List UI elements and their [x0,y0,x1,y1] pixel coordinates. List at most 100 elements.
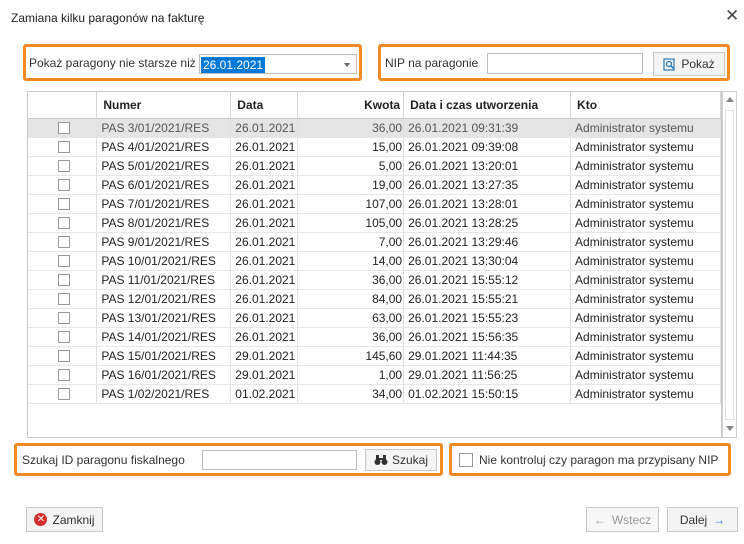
table-row[interactable]: PAS 16/01/2021/RES 29.01.2021 1,00 29.01.20… [28,365,721,385]
cell-who: Administrator systemu [570,156,721,176]
cell-created: 26.01.2021 15:55:12 [403,270,572,290]
cell-number: PAS 3/01/2021/RES [96,118,232,138]
row-checkbox[interactable] [58,388,71,400]
row-checkbox-cell [28,346,98,366]
cell-created: 26.01.2021 13:28:01 [403,194,572,214]
table-row[interactable]: PAS 4/01/2021/RES 26.01.2021 15,00 26.01.20… [28,137,721,157]
cell-created: 26.01.2021 15:55:23 [403,308,572,328]
date-filter-label: Pokaż paragony nie starsze niż [29,56,196,70]
row-checkbox[interactable] [58,274,71,286]
row-checkbox[interactable] [58,198,71,210]
table-row[interactable]: PAS 7/01/2021/RES 26.01.2021 107,00 26.01.2… [28,194,721,214]
row-checkbox-cell [28,175,98,195]
table-scrollbar[interactable] [722,91,737,438]
cell-created: 26.01.2021 09:31:39 [403,118,572,138]
row-checkbox[interactable] [58,236,71,248]
nip-input[interactable] [487,53,643,74]
table-row[interactable]: PAS 3/01/2021/RES 26.01.2021 36,00 26.01.20… [28,118,721,138]
row-checkbox[interactable] [58,141,71,153]
column-number[interactable]: Numer [96,92,232,119]
row-checkbox[interactable] [58,312,71,324]
table-row[interactable]: PAS 1/02/2021/RES 01.02.2021 34,00 01.02.20… [28,384,721,404]
scroll-down-icon[interactable] [726,426,734,431]
table-row[interactable]: PAS 9/01/2021/RES 26.01.2021 7,00 26.01.202… [28,232,721,252]
cell-date: 26.01.2021 [230,156,299,176]
cell-who: Administrator systemu [570,118,721,138]
row-checkbox[interactable] [58,369,71,381]
cell-amount: 107,00 [297,194,405,214]
search-input[interactable] [202,450,357,470]
table-row[interactable]: PAS 5/01/2021/RES 26.01.2021 5,00 26.01.202… [28,156,721,176]
row-checkbox[interactable] [58,293,71,305]
cell-created: 26.01.2021 13:20:01 [403,156,572,176]
row-checkbox-cell [28,232,98,252]
receipts-table: Numer Data Kwota Data i czas utworzenia … [27,91,722,438]
cell-number: PAS 8/01/2021/RES [96,213,232,233]
cell-date: 26.01.2021 [230,118,299,138]
row-checkbox[interactable] [58,122,71,134]
row-checkbox-cell [28,251,98,271]
column-who[interactable]: Kto [570,92,721,119]
cell-amount: 7,00 [297,232,405,252]
close-icon[interactable]: ✕ [725,6,739,26]
back-button[interactable]: ← Wstecz [586,507,659,532]
table-row[interactable]: PAS 13/01/2021/RES 26.01.2021 63,00 26.01.2… [28,308,721,328]
row-checkbox[interactable] [58,255,71,267]
cell-created: 26.01.2021 09:39:08 [403,137,572,157]
cell-date: 26.01.2021 [230,327,299,347]
column-created[interactable]: Data i czas utworzenia [403,92,572,119]
cell-amount: 145,60 [297,346,405,366]
cell-date: 26.01.2021 [230,270,299,290]
nip-check-checkbox[interactable] [459,453,473,467]
row-checkbox[interactable] [58,350,71,362]
cell-amount: 36,00 [297,327,405,347]
column-select [28,92,98,119]
show-button[interactable]: Pokaż [653,52,725,76]
cell-number: PAS 10/01/2021/RES [96,251,232,271]
row-checkbox[interactable] [58,160,71,172]
row-checkbox-cell [28,194,98,214]
row-checkbox[interactable] [58,179,71,191]
close-button[interactable]: ✕ Zamknij [26,507,103,532]
table-row[interactable]: PAS 14/01/2021/RES 26.01.2021 36,00 26.01.2… [28,327,721,347]
nip-check-label[interactable]: Nie kontroluj czy paragon ma przypisany … [479,453,718,467]
scroll-up-icon[interactable] [726,97,734,102]
table-row[interactable]: PAS 11/01/2021/RES 26.01.2021 36,00 26.01.2… [28,270,721,290]
cell-amount: 5,00 [297,156,405,176]
cell-amount: 1,00 [297,365,405,385]
table-row[interactable]: PAS 10/01/2021/RES 26.01.2021 14,00 26.01.2… [28,251,721,271]
cell-amount: 36,00 [297,270,405,290]
scroll-thumb[interactable] [725,110,734,420]
cell-created: 29.01.2021 11:56:25 [403,365,572,385]
next-button[interactable]: Dalej → [667,507,738,532]
cell-who: Administrator systemu [570,327,721,347]
cell-who: Administrator systemu [570,384,721,404]
column-amount[interactable]: Kwota [297,92,405,119]
date-filter-select[interactable]: 26.01.2021 [199,54,357,74]
row-checkbox[interactable] [58,331,71,343]
row-checkbox[interactable] [58,217,71,229]
cell-date: 26.01.2021 [230,289,299,309]
cell-date: 26.01.2021 [230,308,299,328]
cell-number: PAS 14/01/2021/RES [96,327,232,347]
cell-created: 26.01.2021 13:29:46 [403,232,572,252]
search-button[interactable]: Szukaj [365,449,437,471]
cell-date: 26.01.2021 [230,251,299,271]
table-row[interactable]: PAS 12/01/2021/RES 26.01.2021 84,00 26.01.2… [28,289,721,309]
column-date[interactable]: Data [230,92,299,119]
table-row[interactable]: PAS 15/01/2021/RES 29.01.2021 145,60 29.01.… [28,346,721,366]
row-checkbox-cell [28,365,98,385]
cell-who: Administrator systemu [570,175,721,195]
cell-number: PAS 15/01/2021/RES [96,346,232,366]
cell-who: Administrator systemu [570,365,721,385]
table-row[interactable]: PAS 8/01/2021/RES 26.01.2021 105,00 26.01.2… [28,213,721,233]
table-row[interactable]: PAS 6/01/2021/RES 26.01.2021 19,00 26.01.20… [28,175,721,195]
cell-number: PAS 6/01/2021/RES [96,175,232,195]
cell-created: 26.01.2021 13:30:04 [403,251,572,271]
cancel-icon: ✕ [34,513,48,526]
row-checkbox-cell [28,384,98,404]
cell-amount: 63,00 [297,308,405,328]
row-checkbox-cell [28,270,98,290]
cell-amount: 14,00 [297,251,405,271]
cell-who: Administrator systemu [570,194,721,214]
